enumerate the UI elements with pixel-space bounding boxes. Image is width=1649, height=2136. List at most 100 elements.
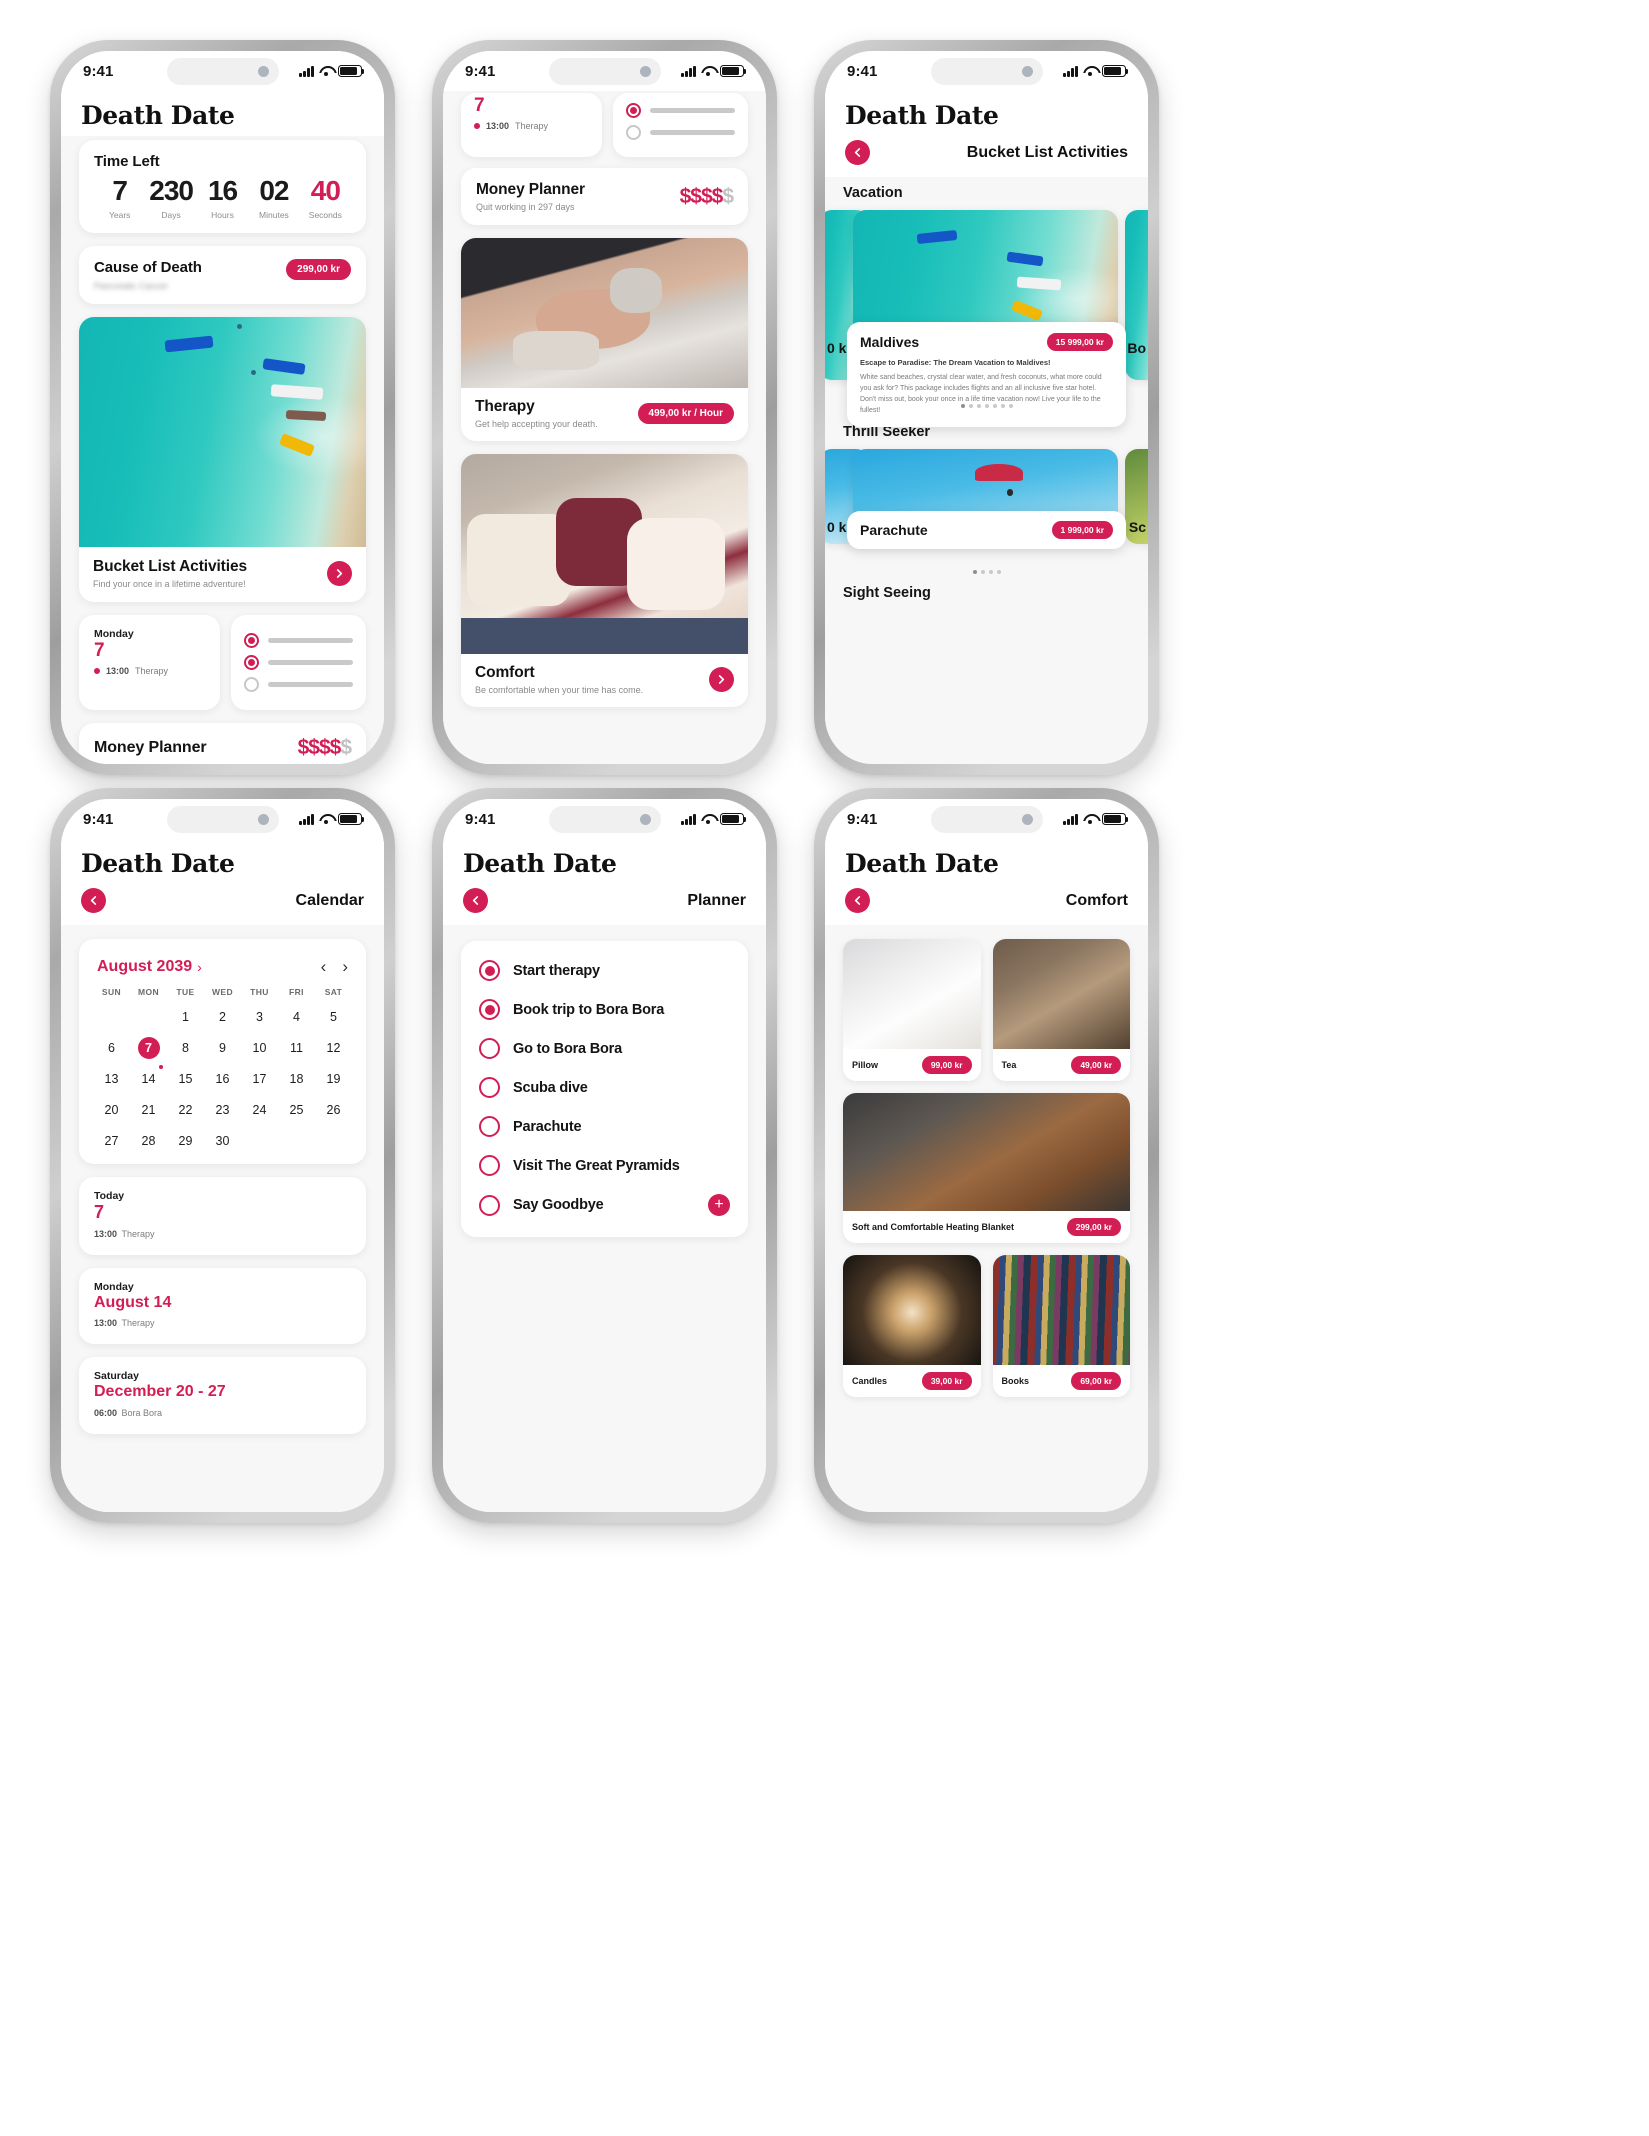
back-button[interactable] (463, 888, 488, 913)
app-title: Death Date (61, 91, 384, 136)
calendar-day[interactable]: 10 (241, 1037, 278, 1059)
agenda-card-peek[interactable]: 7 13:00 Therapy (461, 93, 603, 157)
calendar-next-icon[interactable]: › (342, 957, 348, 977)
calendar-nav[interactable]: ‹ › (321, 957, 348, 977)
planner-item[interactable]: Say Goodbye + (475, 1185, 734, 1225)
calendar-day[interactable]: 30 (204, 1130, 241, 1152)
parachute-detail-card[interactable]: Parachute 1 999,00 kr (847, 511, 1126, 549)
comfort-item[interactable]: Books 69,00 kr (992, 1255, 1130, 1397)
calendar-day[interactable]: 21 (130, 1099, 167, 1121)
planner-line (268, 660, 353, 665)
planner-item[interactable]: Visit The Great Pyramids (475, 1146, 734, 1185)
cellular-icon (681, 813, 696, 825)
planner-item[interactable]: Go to Bora Bora (475, 1029, 734, 1068)
calendar-day[interactable]: 1 (167, 1006, 204, 1028)
page-title: Planner (687, 891, 746, 909)
calendar-day[interactable]: 2 (204, 1006, 241, 1028)
planner-radio-unchecked[interactable] (244, 677, 260, 692)
calendar-day[interactable]: 15 (167, 1068, 204, 1090)
calendar-day[interactable]: 7 (137, 1037, 160, 1059)
planner-radio-unchecked[interactable] (479, 1077, 500, 1098)
event-card[interactable]: Today 7 13:00 Therapy (79, 1177, 366, 1255)
calendar-day[interactable]: 9 (204, 1037, 241, 1059)
calendar-day[interactable]: 16 (204, 1068, 241, 1090)
planner-radio-unchecked[interactable] (479, 1155, 500, 1176)
event-card[interactable]: Monday August 14 13:00 Therapy (79, 1267, 366, 1345)
calendar-day[interactable]: 3 (241, 1006, 278, 1028)
countdown-value: 02 (259, 175, 289, 206)
planner-radio-checked[interactable] (626, 103, 642, 118)
planner-radio-checked[interactable] (244, 633, 260, 648)
calendar-day[interactable]: 13 (93, 1068, 130, 1090)
carousel-dots-vacation[interactable] (825, 404, 1148, 408)
calendar-card[interactable]: August 2039 › ‹ › SUN MON TUE WED THU FRI SAT 1… (79, 939, 366, 1164)
planner-radio-unchecked[interactable] (479, 1194, 500, 1216)
carousel-dots-thrill[interactable] (825, 570, 1148, 574)
planner-radio-unchecked[interactable] (626, 125, 642, 140)
bucket-list-chevron-right-icon[interactable] (327, 561, 352, 586)
screenshot-canvas: 9:41 Death Date Time Left 7 Years 230 Days… (0, 0, 1649, 2136)
planner-radio-checked[interactable] (244, 655, 260, 670)
comfort-item[interactable]: Soft and Comfortable Heating Blanket 299,… (843, 1093, 1130, 1243)
comfort-item[interactable]: Candles 39,00 kr (843, 1255, 981, 1397)
planner-radio-unchecked[interactable] (479, 1116, 500, 1137)
calendar-day[interactable]: 28 (130, 1130, 167, 1152)
calendar-day[interactable]: 11 (278, 1037, 315, 1059)
planner-item-label: Say Goodbye (513, 1197, 604, 1213)
planner-preview-card-peek[interactable] (613, 93, 748, 157)
comfort-item[interactable]: Pillow 99,00 kr (843, 939, 981, 1081)
event-card[interactable]: Saturday December 20 - 27 06:00 Bora Bor… (79, 1357, 366, 1435)
maldives-detail-card[interactable]: Maldives 15 999,00 kr Escape to Paradise… (847, 322, 1126, 428)
calendar-day[interactable]: 19 (315, 1068, 352, 1090)
countdown-label: Years (108, 210, 131, 220)
planner-item[interactable]: Parachute (475, 1107, 734, 1146)
cause-of-death-card[interactable]: Cause of Death Pancreatic Cancer 299,00 … (79, 246, 366, 304)
chevron-right-icon[interactable]: › (197, 959, 202, 975)
planner-radio-unchecked[interactable] (479, 1038, 500, 1059)
calendar-day[interactable]: 22 (167, 1099, 204, 1121)
calendar-day[interactable]: 6 (93, 1037, 130, 1059)
money-planner-card[interactable]: Money Planner Quit working in 297 days $… (461, 168, 748, 225)
planner-radio-checked[interactable] (479, 999, 500, 1020)
calendar-day[interactable]: 8 (167, 1037, 204, 1059)
comfort-chevron-right-icon[interactable] (709, 667, 734, 692)
comfort-item-name: Tea (1001, 1060, 1017, 1070)
planner-item[interactable]: Book trip to Bora Bora (475, 990, 734, 1029)
bucket-list-card[interactable]: Bucket List Activities Find your once in… (79, 317, 366, 602)
calendar-grid[interactable]: SUN MON TUE WED THU FRI SAT 1 2 3 4 5 6 7 8 9 10 11 12 13 14… (93, 987, 352, 1152)
calendar-day[interactable]: 25 (278, 1099, 315, 1121)
comfort-title: Comfort (475, 664, 535, 681)
calendar-prev-icon[interactable]: ‹ (321, 957, 327, 977)
calendar-day[interactable]: 29 (167, 1130, 204, 1152)
calendar-day[interactable]: 23 (204, 1099, 241, 1121)
comfort-card[interactable]: Comfort Be comfortable when your time ha… (461, 454, 748, 707)
calendar-day[interactable]: 14 (130, 1065, 167, 1090)
add-item-button[interactable]: + (708, 1194, 730, 1216)
planner-item[interactable]: Scuba dive (475, 1068, 734, 1107)
therapy-card[interactable]: Therapy Get help accepting your death. 4… (461, 238, 748, 441)
back-button[interactable] (845, 140, 870, 165)
calendar-day[interactable]: 4 (278, 1006, 315, 1028)
calendar-day[interactable]: 24 (241, 1099, 278, 1121)
comfort-item[interactable]: Tea 49,00 kr (992, 939, 1130, 1081)
calendar-day[interactable]: 5 (315, 1006, 352, 1028)
back-button[interactable] (845, 888, 870, 913)
calendar-day[interactable]: 18 (278, 1068, 315, 1090)
calendar-header: August 2039 › ‹ › (93, 953, 352, 987)
money-planner-card-peek[interactable]: Money Planner $$$$$ (79, 723, 366, 764)
agenda-card[interactable]: Monday 7 13:00 Therapy (79, 615, 221, 710)
calendar-day[interactable]: 26 (315, 1099, 352, 1121)
planner-radio-checked[interactable] (479, 960, 500, 981)
calendar-day[interactable]: 27 (93, 1130, 130, 1152)
thrill-carousel[interactable]: 0 kr Sc Parachute 1 999,00 kr (825, 449, 1148, 579)
calendar-day[interactable]: 17 (241, 1068, 278, 1090)
calendar-day[interactable]: 12 (315, 1037, 352, 1059)
back-button[interactable] (81, 888, 106, 913)
planner-list[interactable]: Start therapy Book trip to Bora Bora Go to… (461, 941, 748, 1237)
planner-item[interactable]: Start therapy (475, 951, 734, 990)
planner-preview-card[interactable] (231, 615, 366, 710)
calendar-day[interactable]: 20 (93, 1099, 130, 1121)
comfort-grid[interactable]: Pillow 99,00 kr Tea 49,00 kr Soft and Comfor… (843, 939, 1130, 1397)
vacation-carousel[interactable]: 0 kr Bo Maldives 15 999,00 kr Escape to … (825, 210, 1148, 428)
calendar-month[interactable]: August 2039 (97, 958, 192, 976)
